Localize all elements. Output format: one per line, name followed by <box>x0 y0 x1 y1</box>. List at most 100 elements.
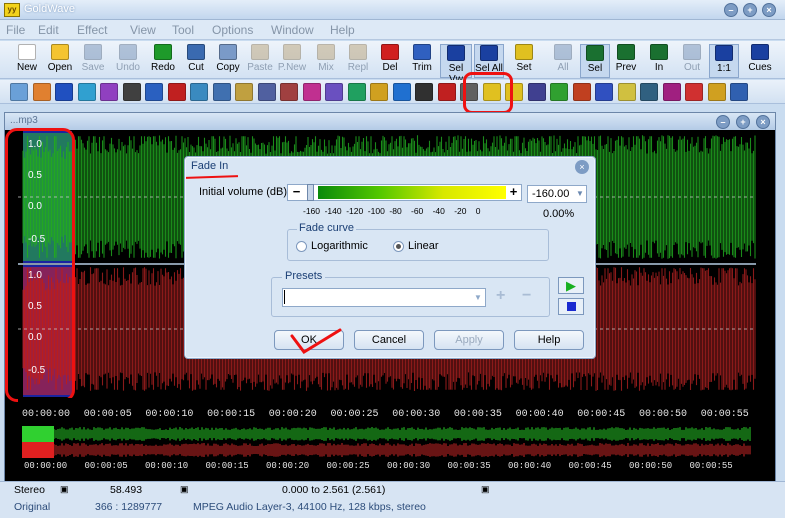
toolbar-out-button[interactable]: Out <box>677 44 707 78</box>
radio-linear[interactable] <box>393 241 404 252</box>
effect-tool-icon[interactable] <box>167 83 186 101</box>
effect-tool-icon[interactable] <box>302 83 321 101</box>
effect-tool-icon[interactable] <box>640 83 658 101</box>
radio-logarithmic-label[interactable]: Logarithmic <box>311 240 368 252</box>
chevron-down-icon[interactable]: ▼ <box>574 186 586 202</box>
overview-waveform[interactable] <box>22 426 752 458</box>
effect-tool-icon[interactable] <box>145 83 163 101</box>
maximize-icon[interactable]: + <box>743 3 757 17</box>
status-format: MPEG Audio Layer-3, 44100 Hz, 128 kbps, … <box>193 501 426 513</box>
toolbar-button-label: 1:1 <box>717 63 731 74</box>
effect-tool-icon[interactable] <box>685 83 703 101</box>
effect-tool-icon[interactable] <box>595 83 613 101</box>
toolbar-repl-button[interactable]: Repl <box>343 44 373 78</box>
effect-tool-icon[interactable] <box>730 83 748 101</box>
overview-timeline-label: 00:00:45 <box>568 461 612 471</box>
effect-tool-icon[interactable] <box>122 83 141 101</box>
toolbar-p-new-button[interactable]: P.New <box>277 44 307 78</box>
toolbar-1-1-button[interactable]: 1:1 <box>709 44 739 78</box>
help-button[interactable]: Help <box>514 330 584 350</box>
timeline-label: 00:00:00 <box>22 409 71 420</box>
add-preset-icon[interactable]: + <box>496 287 505 305</box>
effect-tool-icon[interactable] <box>550 83 568 101</box>
menu-effect[interactable]: Effect <box>77 23 107 37</box>
effect-tool-icon[interactable] <box>32 83 51 101</box>
toolbar-cues-button[interactable]: Cues <box>745 44 775 78</box>
effect-tool-icon[interactable] <box>662 83 681 101</box>
menu-options[interactable]: Options <box>212 23 253 37</box>
toolbar-cut-button[interactable]: Cut <box>181 44 211 78</box>
timeline-label: 00:00:10 <box>145 409 194 420</box>
toolbar-save-button[interactable]: Save <box>78 44 108 78</box>
toolbar-all-button[interactable]: All <box>548 44 578 78</box>
status-mode: Original <box>14 501 51 513</box>
effect-tool-icon[interactable] <box>257 83 276 101</box>
paste-icon <box>251 44 269 60</box>
toolbar-del-button[interactable]: Del <box>375 44 405 78</box>
effect-tool-icon[interactable] <box>280 83 298 101</box>
minimize-icon[interactable]: – <box>724 3 738 17</box>
volume-decrease-button[interactable]: − <box>289 185 304 200</box>
menu-tool[interactable]: Tool <box>172 23 194 37</box>
stop-icon[interactable] <box>558 298 584 315</box>
menu-window[interactable]: Window <box>271 23 314 37</box>
timeline-label: 00:00:35 <box>453 409 502 420</box>
effect-tool-icon[interactable] <box>370 83 388 101</box>
replace-icon <box>349 44 367 60</box>
wave-maximize-icon[interactable]: + <box>736 115 750 129</box>
menu-help[interactable]: Help <box>330 23 355 37</box>
toolbar-paste-button[interactable]: Paste <box>245 44 275 78</box>
toolbar-copy-button[interactable]: Copy <box>213 44 243 78</box>
effect-tool-icon[interactable] <box>77 83 96 101</box>
play-icon[interactable]: ▶ <box>558 277 584 294</box>
effect-tool-icon[interactable] <box>10 83 28 101</box>
effect-tool-icon[interactable] <box>100 83 118 101</box>
effect-tool-icon[interactable] <box>190 83 208 101</box>
close-icon[interactable]: × <box>762 3 776 17</box>
status-channels: Stereo <box>14 484 45 496</box>
toolbar-undo-button[interactable]: Undo <box>113 44 143 78</box>
toolbar-trim-button[interactable]: Trim <box>407 44 437 78</box>
menu-file[interactable]: File <box>6 23 25 37</box>
effect-tool-icon[interactable] <box>437 83 456 101</box>
toolbar-sel-button[interactable]: Sel <box>580 44 610 78</box>
toolbar-mix-button[interactable]: Mix <box>311 44 341 78</box>
radio-linear-label[interactable]: Linear <box>408 240 439 252</box>
effect-tool-icon[interactable] <box>617 83 636 101</box>
toolbar-redo-button[interactable]: Redo <box>148 44 178 78</box>
effect-tool-icon[interactable] <box>527 83 546 101</box>
effect-tool-icon[interactable] <box>572 83 591 101</box>
red-annotation-checkmark <box>290 328 342 354</box>
volume-slider-track[interactable] <box>318 186 506 199</box>
menu-view[interactable]: View <box>130 23 156 37</box>
effect-tool-icon[interactable] <box>392 83 411 101</box>
chevron-down-icon[interactable]: ▼ <box>472 289 484 306</box>
toolbar-prev-button[interactable]: Prev <box>611 44 641 78</box>
effect-tool-icon[interactable] <box>55 83 73 101</box>
toolbar-set-button[interactable]: Set <box>509 44 539 78</box>
effect-tool-icon[interactable] <box>415 83 433 101</box>
cancel-button[interactable]: Cancel <box>354 330 424 350</box>
radio-logarithmic[interactable] <box>296 241 307 252</box>
timeline-label: 00:00:45 <box>577 409 626 420</box>
toolbar-in-button[interactable]: In <box>644 44 674 78</box>
wave-close-icon[interactable]: × <box>756 115 770 129</box>
volume-increase-button[interactable]: + <box>506 185 521 200</box>
apply-button[interactable]: Apply <box>434 330 504 350</box>
dialog-close-icon[interactable]: × <box>575 160 589 174</box>
effect-tool-icon[interactable] <box>707 83 726 101</box>
overview-timeline-label: 00:00:35 <box>447 461 491 471</box>
toolbar-open-button[interactable]: Open <box>45 44 75 78</box>
menu-edit[interactable]: Edit <box>38 23 59 37</box>
overview-timeline-label: 00:00:25 <box>326 461 370 471</box>
effect-tool-icon[interactable] <box>347 83 366 101</box>
preset-combobox[interactable] <box>282 288 486 307</box>
wave-minimize-icon[interactable]: – <box>716 115 730 129</box>
effect-tool-icon[interactable] <box>235 83 253 101</box>
toolbar-new-button[interactable]: New <box>12 44 42 78</box>
effect-tool-icon[interactable] <box>325 83 343 101</box>
zoom-previous-icon <box>617 44 635 60</box>
volume-slider-thumb[interactable] <box>307 184 314 201</box>
remove-preset-icon[interactable]: − <box>522 287 531 305</box>
effect-tool-icon[interactable] <box>212 83 231 101</box>
